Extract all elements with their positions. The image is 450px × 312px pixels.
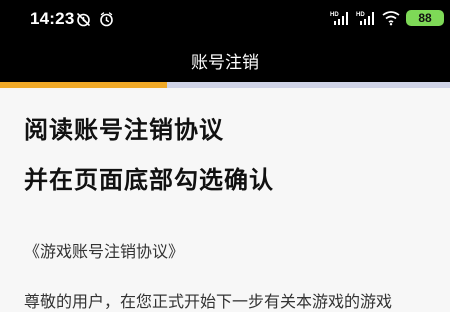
top-bar: 14:23 HD HD 88 账号注销 [0,0,450,82]
status-icons-right: HD HD 88 [330,10,444,26]
hd-signal-icon: HD [330,10,350,26]
hd-signal-icon: HD [356,10,376,26]
status-icons-left [75,11,115,28]
agreement-body-text: 尊敬的用户，在您正式开始下一步有关本游戏的游戏 [24,292,393,311]
status-time: 14:23 [30,9,75,28]
page-title: 账号注销 [191,53,259,73]
battery-icon: 88 [406,10,444,26]
status-bar: 14:23 HD HD 88 [0,0,450,40]
agreement-content[interactable]: 阅读账号注销协议 并在页面底部勾选确认 《游戏账号注销协议》 尊敬的用户，在您正… [0,88,450,311]
svg-text:HD: HD [330,12,339,18]
alarm-muted-icon [75,11,92,28]
alarm-clock-icon [98,11,115,28]
wifi-icon [382,10,400,26]
svg-text:HD: HD [356,12,365,18]
heading-line-1: 阅读账号注销协议 [24,116,224,144]
agreement-title: 《游戏账号注销协议》 [24,242,185,261]
heading-line-2: 并在页面底部勾选确认 [24,166,274,194]
